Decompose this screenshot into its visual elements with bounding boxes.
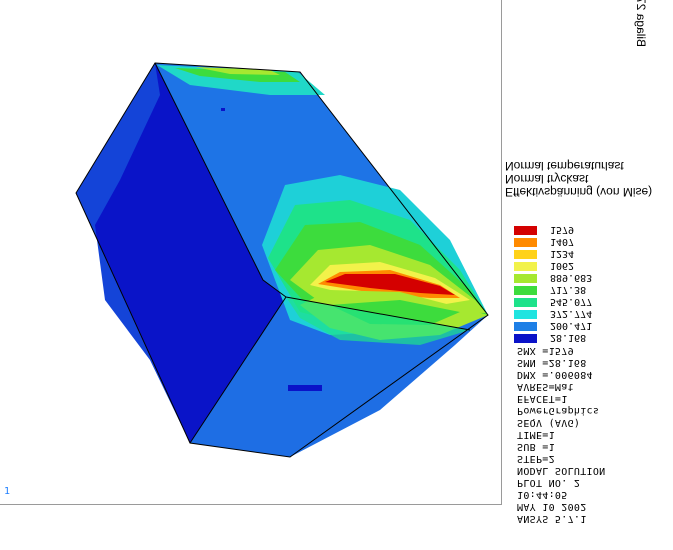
legend-swatch bbox=[514, 298, 537, 307]
info-line: 10:44:05 bbox=[517, 489, 568, 500]
legend-value: 1407 bbox=[550, 236, 575, 247]
info-line: EFACET=1 bbox=[517, 393, 568, 404]
legend-swatch bbox=[514, 274, 537, 283]
info-line: AVRES=Mat bbox=[517, 381, 574, 392]
legend-value: 1062 bbox=[550, 260, 575, 271]
legend-value: 1234 bbox=[550, 248, 575, 259]
legend-value: 372.774 bbox=[550, 308, 593, 319]
legend-value: 200.471 bbox=[550, 320, 593, 331]
info-line: SMN =28.168 bbox=[517, 357, 587, 368]
legend-value: 1579 bbox=[550, 224, 575, 235]
info-line: MAY 10 2002 bbox=[517, 501, 587, 512]
legend-swatch bbox=[514, 238, 537, 247]
fem-contour-model bbox=[75, 62, 489, 458]
info-line: PLOT NO. 2 bbox=[517, 477, 581, 488]
info-line: PowerGraphics bbox=[517, 405, 600, 416]
info-line: ANSYS 5.7.1 bbox=[517, 513, 587, 524]
figure-label: Bilaga 27 bbox=[634, 0, 649, 48]
ansys-graphics-window: 1 Bilaga 27 Normal temperaturlast Normal… bbox=[0, 0, 673, 550]
legend-swatch bbox=[514, 250, 537, 259]
title-line-1: Normal temperaturlast bbox=[505, 159, 624, 173]
info-line: SMX =1579 bbox=[517, 345, 574, 356]
legend-value: 717.38 bbox=[550, 284, 587, 295]
legend-swatch bbox=[514, 334, 537, 343]
title-line-3: Effektivspänning (von Mise) bbox=[505, 185, 653, 199]
axis-triad-label: 1 bbox=[4, 486, 11, 497]
legend-swatch bbox=[514, 286, 537, 295]
info-line: SUB =1 bbox=[517, 441, 555, 452]
info-line: DMX =.006084 bbox=[517, 369, 593, 380]
legend-swatch bbox=[514, 226, 537, 235]
info-line: SEQV (AVG) bbox=[517, 417, 581, 428]
info-line: TIME=1 bbox=[517, 429, 555, 440]
legend-value: 889.683 bbox=[550, 272, 593, 283]
legend-swatch bbox=[514, 322, 537, 331]
info-line: NODAL SOLUTION bbox=[517, 465, 606, 476]
info-line: STEP=2 bbox=[517, 453, 555, 464]
legend-value: 545.077 bbox=[550, 296, 593, 307]
legend-value: 28.168 bbox=[550, 332, 587, 343]
legend-swatch bbox=[514, 310, 537, 319]
title-line-2: Normal tryckast bbox=[505, 172, 589, 186]
contour-low-marker bbox=[288, 385, 322, 391]
legend-swatch bbox=[514, 262, 537, 271]
